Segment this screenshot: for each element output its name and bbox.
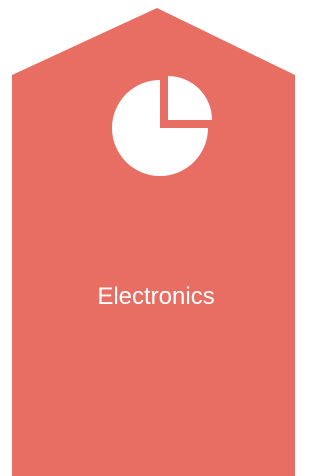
card-background bbox=[12, 8, 295, 476]
pie-chart-icon bbox=[112, 76, 212, 176]
category-label: Electronics bbox=[97, 283, 215, 310]
category-card[interactable]: Electronics bbox=[0, 0, 295, 476]
pie-small-slice bbox=[168, 76, 212, 120]
